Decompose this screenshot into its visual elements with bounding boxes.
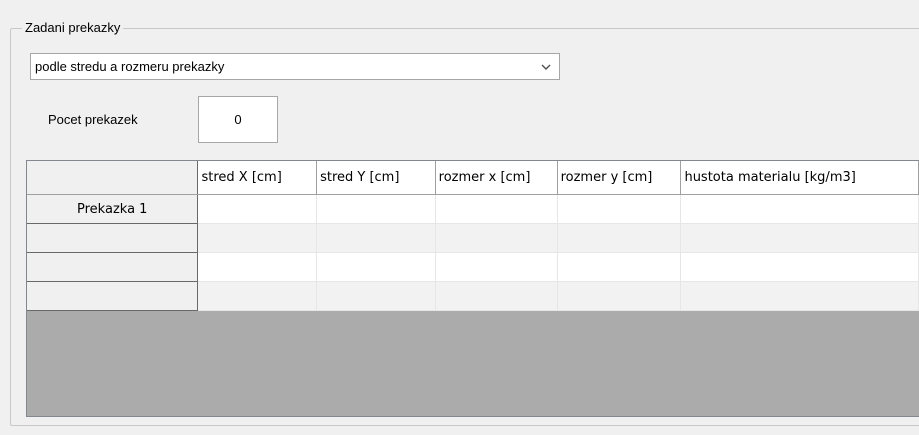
table-cell[interactable]: [197, 281, 318, 311]
obstacle-table-grid: stred X [cm] stred Y [cm] rozmer x [cm] …: [27, 161, 919, 311]
row-header[interactable]: [27, 252, 199, 282]
table-cell[interactable]: [680, 223, 919, 253]
table-cell[interactable]: [435, 223, 558, 253]
obstacle-count-value: 0: [234, 112, 242, 127]
table-cell[interactable]: [197, 194, 318, 224]
table-cell[interactable]: [557, 252, 682, 282]
table-row: [27, 281, 919, 311]
obstacle-table[interactable]: stred X [cm] stred Y [cm] rozmer x [cm] …: [26, 160, 919, 417]
table-row: Prekazka 1: [27, 194, 919, 224]
table-cell[interactable]: [197, 252, 318, 282]
column-header-hustota[interactable]: hustota materialu [kg/m3]: [680, 161, 919, 195]
table-cell[interactable]: [557, 194, 682, 224]
groupbox-title: Zadani prekazky: [22, 20, 124, 36]
table-row: [27, 252, 919, 282]
table-cell[interactable]: [316, 194, 436, 224]
column-header-stred-y[interactable]: stred Y [cm]: [316, 161, 436, 195]
table-cell[interactable]: [680, 252, 919, 282]
table-cell[interactable]: [197, 223, 318, 253]
row-header[interactable]: Prekazka 1: [27, 194, 199, 224]
column-header-stred-x[interactable]: stred X [cm]: [197, 161, 318, 195]
table-cell[interactable]: [316, 223, 436, 253]
table-cell[interactable]: [680, 194, 919, 224]
obstacle-count-field[interactable]: 0: [198, 96, 278, 143]
column-header-rozmer-x[interactable]: rozmer x [cm]: [435, 161, 558, 195]
table-cell[interactable]: [557, 281, 682, 311]
mode-dropdown-value: podle stredu a rozmeru prekazky: [35, 59, 225, 74]
table-cell[interactable]: [435, 252, 558, 282]
table-cell[interactable]: [557, 223, 682, 253]
table-cell[interactable]: [435, 194, 558, 224]
column-header-rozmer-y[interactable]: rozmer y [cm]: [557, 161, 682, 195]
row-header[interactable]: [27, 223, 199, 253]
table-row: [27, 223, 919, 253]
table-corner-header[interactable]: [27, 161, 199, 195]
table-cell[interactable]: [316, 252, 436, 282]
obstacle-count-label: Pocet prekazek: [48, 112, 138, 127]
table-cell[interactable]: [680, 281, 919, 311]
table-cell[interactable]: [435, 281, 558, 311]
table-cell[interactable]: [316, 281, 436, 311]
chevron-down-icon: [541, 64, 551, 70]
mode-dropdown[interactable]: podle stredu a rozmeru prekazky: [30, 53, 560, 80]
row-header[interactable]: [27, 281, 199, 311]
